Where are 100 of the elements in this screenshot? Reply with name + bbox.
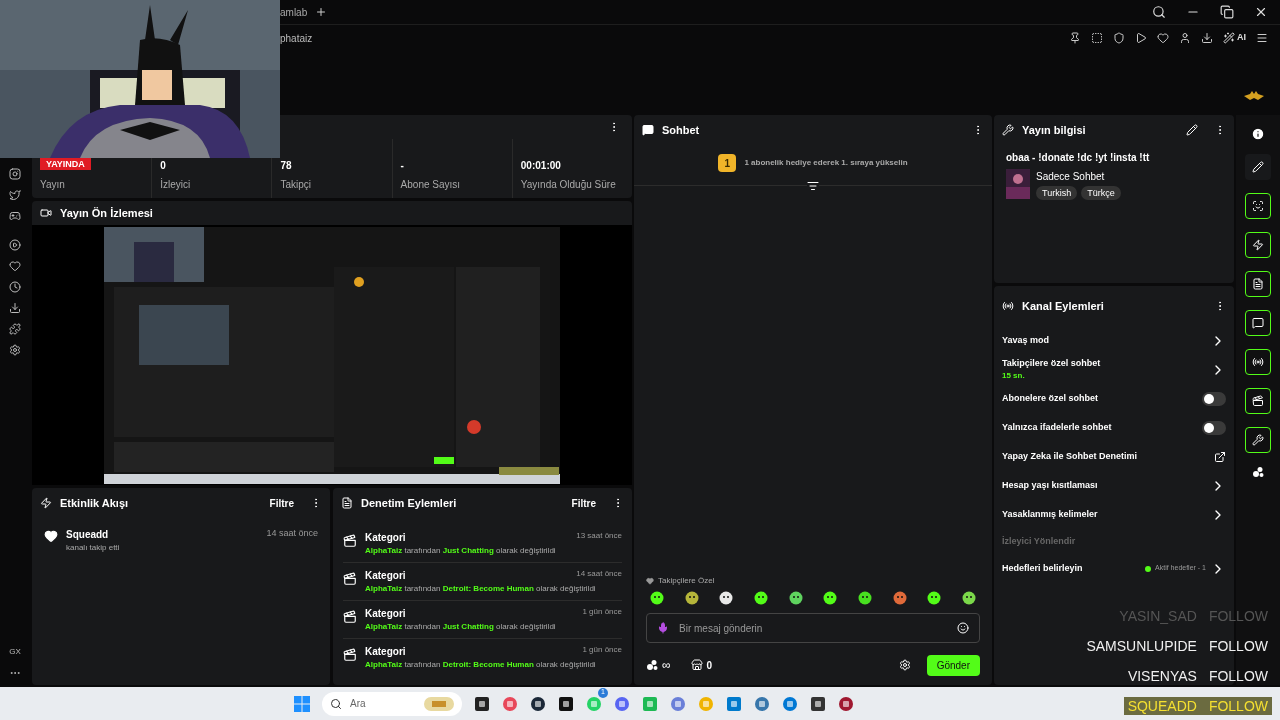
toggle-switch[interactable] bbox=[1202, 420, 1226, 435]
history-icon[interactable] bbox=[9, 281, 21, 293]
menu-icon[interactable] bbox=[1256, 32, 1268, 44]
heart-icon[interactable] bbox=[9, 260, 21, 272]
rail-button[interactable] bbox=[1245, 349, 1271, 375]
follower-name: VISENYAS bbox=[1127, 667, 1197, 685]
action-time: 1 gün önce bbox=[582, 606, 622, 618]
emote-icon[interactable] bbox=[857, 591, 872, 605]
filter-button[interactable]: Filtre bbox=[269, 495, 294, 511]
emote-icon[interactable] bbox=[684, 591, 699, 605]
follow-label: FOLLOW bbox=[1208, 637, 1268, 655]
panel-title: Yayın bilgisi bbox=[1022, 122, 1086, 138]
action-label[interactable]: Yasaklanmış kelimeler bbox=[1002, 507, 1098, 522]
action-type: Kategori bbox=[365, 531, 406, 545]
rail-button[interactable] bbox=[1245, 271, 1271, 297]
emote-icon[interactable] bbox=[823, 591, 838, 605]
tab-title[interactable]: amlab bbox=[280, 4, 308, 20]
pin-icon[interactable] bbox=[1069, 32, 1081, 44]
edit-icon[interactable] bbox=[1186, 124, 1198, 136]
app-icon[interactable] bbox=[558, 695, 574, 712]
send-button[interactable]: Gönder bbox=[926, 654, 980, 676]
app-icon[interactable] bbox=[474, 695, 490, 712]
restore-icon[interactable] bbox=[1220, 5, 1234, 19]
stat-value: 00:01:00 bbox=[520, 159, 562, 173]
app-icon[interactable] bbox=[530, 695, 546, 712]
emote-icon[interactable] bbox=[927, 591, 942, 605]
emote-group-title: Takipçilere Özel bbox=[658, 575, 715, 587]
panel-title: Etkinlik Akışı bbox=[60, 495, 129, 511]
event-action: kanalı takip etti bbox=[66, 542, 121, 554]
points-icon[interactable] bbox=[1252, 466, 1264, 478]
send-icon[interactable] bbox=[1135, 32, 1147, 44]
search-icon[interactable] bbox=[1152, 5, 1166, 19]
pencil-icon bbox=[1252, 161, 1264, 173]
emoji-icon[interactable] bbox=[957, 622, 969, 634]
action-label[interactable]: Hesap yaşı kısıtlaması bbox=[1002, 478, 1098, 493]
category-icon bbox=[343, 534, 357, 548]
emote-icon[interactable] bbox=[788, 591, 803, 605]
tag[interactable]: Türkçe bbox=[1081, 186, 1121, 200]
taskbar-search-field[interactable]: Ara bbox=[322, 691, 462, 716]
action-label[interactable]: Yapay Zeka ile Sohbet Denetimi bbox=[1002, 449, 1138, 464]
settings-icon[interactable] bbox=[9, 344, 21, 356]
external-icon bbox=[1214, 450, 1226, 463]
close-icon[interactable] bbox=[1254, 5, 1268, 19]
rail-button[interactable] bbox=[1245, 310, 1271, 336]
shield-icon[interactable] bbox=[1113, 32, 1125, 44]
broadcast-icon bbox=[1252, 356, 1264, 368]
app-icon[interactable] bbox=[810, 695, 826, 712]
action-label[interactable]: Hedefleri belirleyin bbox=[1002, 561, 1083, 576]
rail-button[interactable] bbox=[1245, 388, 1271, 414]
store-icon[interactable] bbox=[690, 659, 703, 671]
action-time: 1 gün önce bbox=[582, 644, 622, 656]
emote-icon[interactable] bbox=[961, 591, 976, 605]
profile-icon[interactable] bbox=[1179, 32, 1191, 44]
gx-label[interactable]: GX bbox=[9, 646, 21, 658]
wrench-icon bbox=[1002, 124, 1014, 136]
edit-button[interactable] bbox=[1245, 154, 1271, 180]
rail-button[interactable] bbox=[1245, 193, 1271, 219]
stat-value: - bbox=[400, 159, 405, 173]
panel-title: Yayın Ön İzlemesi bbox=[60, 205, 153, 221]
emote-icon[interactable] bbox=[753, 591, 768, 605]
rail-button[interactable] bbox=[1245, 232, 1271, 258]
chat-icon bbox=[642, 124, 654, 136]
action-label[interactable]: Abonelere özel sohbet bbox=[1002, 391, 1099, 406]
emote-icon[interactable] bbox=[650, 591, 664, 605]
new-tab-icon[interactable] bbox=[315, 6, 328, 18]
category-icon bbox=[343, 610, 357, 624]
rail-button[interactable] bbox=[1245, 427, 1271, 453]
action-description: AlphaTaiz tarafından Detroit: Become Human olarak değiştirildi bbox=[365, 659, 597, 671]
document-icon bbox=[1252, 278, 1264, 290]
download-icon[interactable] bbox=[9, 302, 21, 314]
action-type: Kategori bbox=[365, 569, 406, 583]
ai-button[interactable]: AI bbox=[1223, 31, 1246, 45]
action-label[interactable]: Takipçilere özel sohbet bbox=[1002, 356, 1101, 371]
tag[interactable]: Turkish bbox=[1036, 186, 1078, 200]
snapshot-icon[interactable] bbox=[1091, 32, 1103, 44]
microphone-icon[interactable] bbox=[657, 622, 669, 634]
category-name[interactable]: Sadece Sohbet bbox=[1036, 169, 1121, 184]
action-description: AlphaTaiz tarafından Just Chatting olarak değiştirildi bbox=[365, 545, 557, 557]
action-time: 14 saat önce bbox=[576, 568, 622, 580]
app-icon[interactable] bbox=[838, 695, 854, 712]
message-input[interactable]: Bir mesaj gönderin bbox=[679, 620, 947, 636]
windows-icon[interactable] bbox=[294, 695, 310, 712]
follower-name: YASIN_SAD bbox=[1119, 607, 1197, 625]
filter-button[interactable]: Filtre bbox=[571, 495, 596, 511]
address-text[interactable]: phataiz bbox=[280, 30, 313, 46]
follower-name: SQUEADD bbox=[1127, 697, 1197, 715]
player-icon[interactable] bbox=[9, 239, 21, 251]
toggle-switch[interactable] bbox=[1202, 391, 1226, 406]
action-label[interactable]: Yalnızca ifadelerle sohbet bbox=[1002, 420, 1112, 435]
action-label[interactable]: Yavaş mod bbox=[1002, 333, 1050, 348]
panel-title: Sohbet bbox=[662, 122, 700, 138]
instagram-icon[interactable] bbox=[9, 168, 21, 180]
heart-icon[interactable] bbox=[1157, 32, 1169, 44]
chat-icon bbox=[1252, 317, 1264, 329]
info-icon[interactable] bbox=[1251, 127, 1265, 141]
emote-icon[interactable] bbox=[719, 591, 734, 605]
message-field[interactable]: Bir mesaj gönderin bbox=[646, 613, 980, 643]
download-icon[interactable] bbox=[1201, 32, 1213, 44]
extensions-icon[interactable] bbox=[9, 323, 21, 335]
section-heading: İzleyici Yönlendir bbox=[1002, 534, 1077, 548]
